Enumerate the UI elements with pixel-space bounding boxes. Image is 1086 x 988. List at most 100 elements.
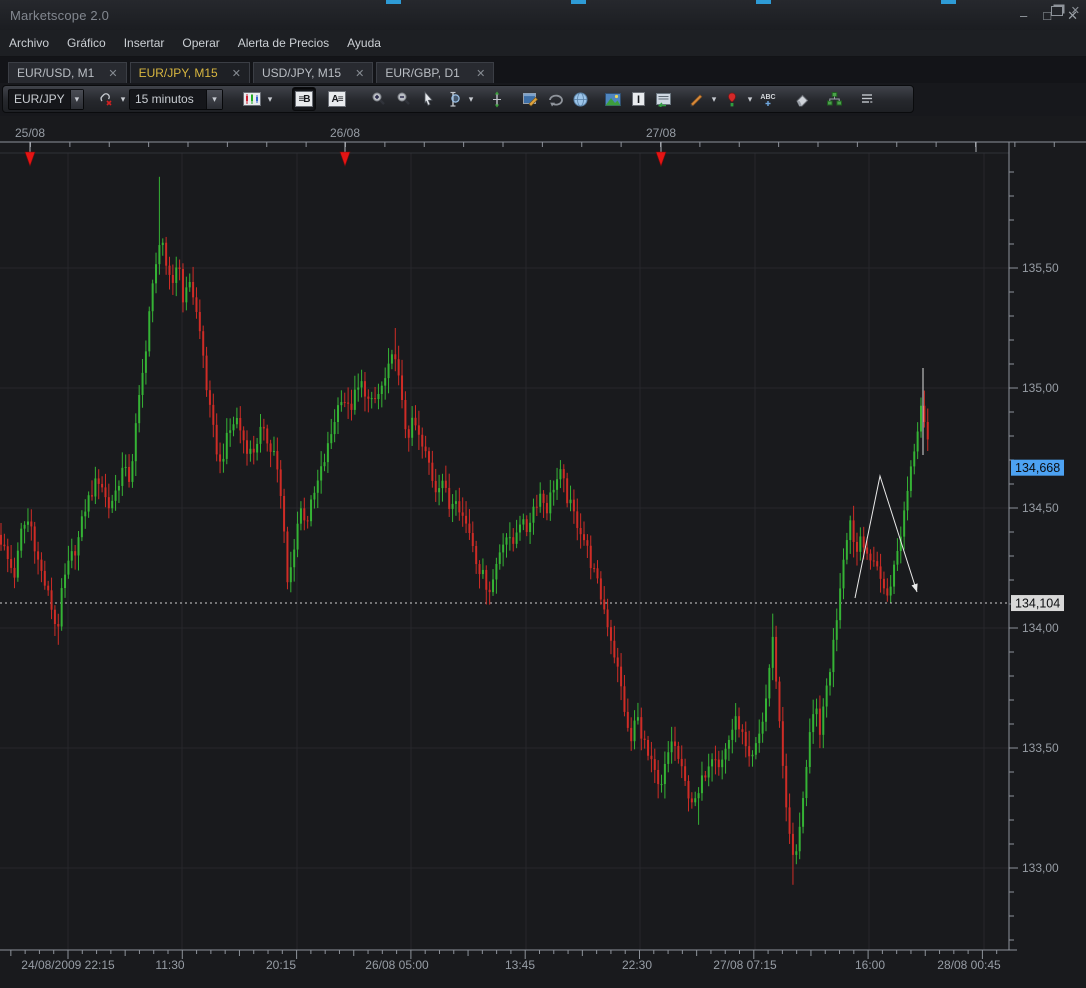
app-window: Marketscope 2.0 – □ ✕ ArchivoGráficoInse… <box>0 0 1086 988</box>
signal-marker-icon <box>724 91 740 108</box>
label-tool-button[interactable]: ABC <box>756 87 780 111</box>
menu-item-gr-fico[interactable]: Gráfico <box>58 30 115 56</box>
zoom-in-button[interactable] <box>366 87 390 111</box>
window-title: Marketscope 2.0 <box>10 8 109 23</box>
tab-close-icon[interactable]: ✕ <box>108 67 117 80</box>
time-axis-label: 28/08 00:45 <box>937 958 1001 972</box>
price-axis-label: 134,50 <box>1022 501 1059 515</box>
price-axis-label: 135,00 <box>1022 381 1059 395</box>
candlestick-chart[interactable]: 135,50 135,00 134,50 134,00 133,50 133,00 24/0… <box>0 116 1086 988</box>
period-select-value: 15 minutos <box>130 92 206 106</box>
inspect-button[interactable] <box>441 87 465 111</box>
form-list-icon <box>655 92 672 107</box>
rotate-button[interactable] <box>543 87 567 111</box>
time-axis-label: 16:00 <box>855 958 885 972</box>
menu-item-insertar[interactable]: Insertar <box>115 30 174 56</box>
menu-item-ayuda[interactable]: Ayuda <box>338 30 390 56</box>
period-select[interactable]: 15 minutos ▾ <box>129 89 223 110</box>
inspect-caret[interactable]: ▾ <box>466 87 476 111</box>
price-axis-label: 135,50 <box>1022 261 1059 275</box>
restore-chart-icon[interactable] <box>1051 6 1063 16</box>
marker-tool-button[interactable] <box>720 87 744 111</box>
rate-line-badge-label: 134,104 <box>1015 597 1060 611</box>
menu-item-archivo[interactable]: Archivo <box>0 30 58 56</box>
abc-label-icon: ABC <box>758 91 778 107</box>
title-bar: Marketscope 2.0 – □ ✕ <box>0 0 1086 30</box>
time-axis-label: 20:15 <box>266 958 296 972</box>
edit-window-icon <box>522 91 539 107</box>
price-axis-label: 133,00 <box>1022 861 1059 875</box>
time-axis-label: 22:30 <box>622 958 652 972</box>
close-chart-icon[interactable]: ✕ <box>1071 4 1080 17</box>
tab-bar: EUR/USD, M1✕EUR/JPY, M15✕USD/JPY, M15✕EU… <box>0 57 1086 83</box>
image-button[interactable] <box>601 87 625 111</box>
time-axis-label: 11:30 <box>155 958 184 972</box>
cursor-arrow-icon <box>420 91 436 107</box>
tab-eur-gbp-d1[interactable]: EUR/GBP, D1 ✕ <box>376 62 494 83</box>
image-icon <box>604 92 622 107</box>
toolbar: EUR/JPY ▾ ▾ 15 minutos ▾ <box>2 85 914 113</box>
svg-text:I: I <box>636 94 639 106</box>
zoom-out-button[interactable] <box>391 87 415 111</box>
tab-label: EUR/JPY, M15 <box>139 66 218 80</box>
tab-close-icon[interactable]: ✕ <box>355 67 364 80</box>
tab-usd-jpy-m15[interactable]: USD/JPY, M15 ✕ <box>253 62 373 83</box>
menu-item-alerta-de-precios[interactable]: Alerta de Precios <box>229 30 338 56</box>
symbol-select[interactable]: EUR/JPY ▾ <box>8 89 84 110</box>
chevron-down-icon[interactable]: ▾ <box>206 90 222 109</box>
pointer-button[interactable] <box>416 87 440 111</box>
eraser-icon <box>793 92 810 107</box>
hierarchy-button[interactable] <box>822 87 846 111</box>
globe-button[interactable] <box>568 87 592 111</box>
ask-view-button[interactable]: A≡ <box>325 87 349 111</box>
tab-label: EUR/USD, M1 <box>17 66 94 80</box>
hierarchy-icon <box>826 91 843 107</box>
date-label: 25/08 <box>15 126 45 140</box>
time-axis-label: 13:45 <box>505 958 535 972</box>
menu-item-operar[interactable]: Operar <box>173 30 228 56</box>
ask-chart-icon: A≡ <box>328 91 346 107</box>
price-axis-label: 134,00 <box>1022 621 1059 635</box>
chart-type-button[interactable] <box>240 87 264 111</box>
time-axis-label: 24/08/2009 22:15 <box>21 958 115 972</box>
bid-view-button[interactable]: ≡B <box>292 87 316 111</box>
toolbar-overflow-button[interactable] <box>855 87 879 111</box>
data-inspect-icon <box>445 91 462 108</box>
tab-close-icon[interactable]: ✕ <box>232 67 241 80</box>
candlestick-chart-icon <box>243 92 261 106</box>
chevron-down-icon[interactable]: ▾ <box>70 90 83 109</box>
background-window-artifact <box>571 0 586 4</box>
time-axis-label: 26/08 05:00 <box>365 958 429 972</box>
marker-tool-caret[interactable]: ▾ <box>745 87 755 111</box>
eraser-button[interactable] <box>789 87 813 111</box>
line-tool-caret[interactable]: ▾ <box>709 87 719 111</box>
symbol-select-value: EUR/JPY <box>9 92 70 106</box>
tab-label: EUR/GBP, D1 <box>385 66 459 80</box>
background-window-artifact <box>386 0 401 4</box>
event-marker-arrow-icon[interactable] <box>340 152 350 166</box>
line-tool-button[interactable] <box>684 87 708 111</box>
unlink-button[interactable] <box>93 87 117 111</box>
minimize-button[interactable]: – <box>1020 9 1027 22</box>
background-window-artifact <box>756 0 771 4</box>
annotate-window-button[interactable] <box>518 87 542 111</box>
bid-chart-icon: ≡B <box>295 91 313 107</box>
measure-icon <box>489 91 505 108</box>
tab-eur-jpy-m15[interactable]: EUR/JPY, M15 ✕ <box>130 62 250 83</box>
tab-close-icon[interactable]: ✕ <box>476 67 485 80</box>
event-marker-arrow-icon[interactable] <box>656 152 666 166</box>
tab-label: USD/JPY, M15 <box>262 66 341 80</box>
current-price-badge-label: 134,668 <box>1015 461 1060 475</box>
link-options-caret[interactable]: ▾ <box>118 87 128 111</box>
chart-type-caret[interactable]: ▾ <box>265 87 275 111</box>
time-axis-label: 27/08 07:15 <box>713 958 777 972</box>
tab-eur-usd-m1[interactable]: EUR/USD, M1 ✕ <box>8 62 127 83</box>
event-marker-arrow-icon[interactable] <box>25 152 35 166</box>
text-tool-button[interactable]: I <box>626 87 650 111</box>
tabbar-window-controls: ✕ <box>1051 4 1080 17</box>
date-label: 26/08 <box>330 126 360 140</box>
form-button[interactable] <box>651 87 675 111</box>
price-axis-label: 133,50 <box>1022 741 1059 755</box>
measure-button[interactable] <box>485 87 509 111</box>
text-cursor-icon: I <box>631 91 646 107</box>
